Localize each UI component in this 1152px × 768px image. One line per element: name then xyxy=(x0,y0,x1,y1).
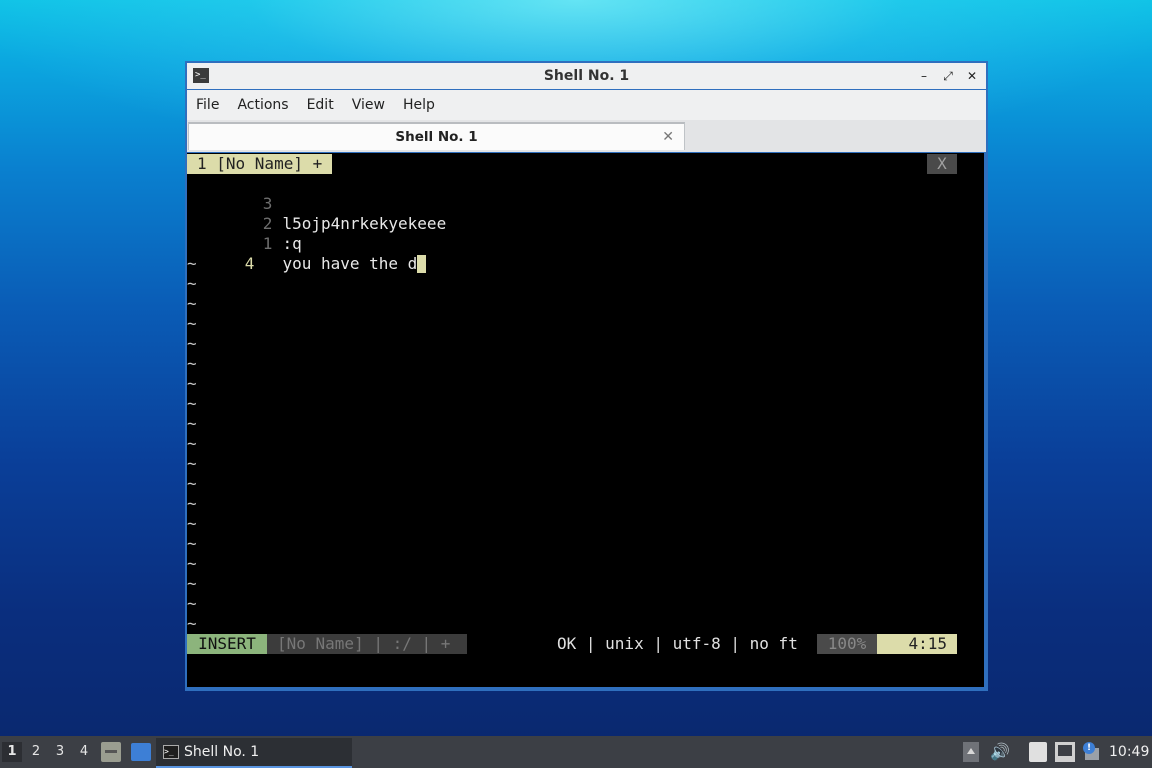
tilde-marker: ~ xyxy=(187,414,197,433)
line-text: you have the d xyxy=(282,254,418,273)
tab-shell-1[interactable]: Shell No. 1 ✕ xyxy=(188,122,685,150)
tilde-marker: ~ xyxy=(187,574,197,593)
tilde-marker: ~ xyxy=(187,254,197,273)
tab-close-icon[interactable]: ✕ xyxy=(662,124,674,150)
tray-expand-icon[interactable] xyxy=(963,742,979,762)
tilde-marker: ~ xyxy=(187,334,197,353)
notification-icon[interactable]: ! xyxy=(1081,742,1101,762)
tilde-marker: ~ xyxy=(187,374,197,393)
tilde-marker: ~ xyxy=(187,614,197,633)
workspace-2[interactable]: 2 xyxy=(26,742,46,762)
tilde-marker: ~ xyxy=(187,454,197,473)
buffer-close-button[interactable]: X xyxy=(927,154,957,174)
tilde-marker: ~ xyxy=(187,354,197,373)
buffer-tab[interactable]: 1 [No Name] + xyxy=(187,154,333,174)
editor-line: 3 xyxy=(187,174,273,213)
tab-bar: Shell No. 1 ✕ xyxy=(187,120,986,152)
tilde-marker: ~ xyxy=(187,274,197,293)
close-button[interactable]: ✕ xyxy=(962,66,982,86)
status-info: OK | unix | utf-8 | no ft xyxy=(557,634,798,653)
show-desktop-icon[interactable] xyxy=(131,743,151,761)
maximize-button[interactable]: ⤢ xyxy=(938,66,958,86)
terminal-icon: >_ xyxy=(163,745,179,759)
clock[interactable]: 10:49 xyxy=(1109,736,1149,768)
text-cursor xyxy=(417,255,427,273)
menu-actions[interactable]: Actions xyxy=(228,97,297,113)
tilde-marker: ~ xyxy=(187,554,197,573)
status-percent: 100% xyxy=(817,634,877,654)
tilde-marker: ~ xyxy=(187,594,197,613)
status-position: 4:15 xyxy=(877,634,957,654)
volume-icon[interactable]: 🔊 xyxy=(990,742,1010,762)
vim-statusline: INSERT [No Name] | :/ | + OK | unix | ut… xyxy=(187,634,957,654)
menu-edit[interactable]: Edit xyxy=(298,97,343,113)
notification-badge: ! xyxy=(1083,742,1095,754)
tilde-marker: ~ xyxy=(187,394,197,413)
tilde-marker: ~ xyxy=(187,474,197,493)
terminal-window: >_ Shell No. 1 – ⤢ ✕ File Actions Edit V… xyxy=(185,61,988,691)
line-number: 4 xyxy=(244,254,255,273)
editor-line: 1:q xyxy=(187,214,302,253)
taskbar: 1 2 3 4 >_ Shell No. 1 🔊 ! 10:49 xyxy=(0,736,1152,768)
clipboard-icon[interactable] xyxy=(1029,742,1047,762)
status-mode: INSERT xyxy=(187,634,267,654)
tilde-marker: ~ xyxy=(187,534,197,553)
tilde-marker: ~ xyxy=(187,514,197,533)
tab-label: Shell No. 1 xyxy=(395,129,478,145)
taskbar-task-shell[interactable]: >_ Shell No. 1 xyxy=(156,738,352,768)
tilde-marker: ~ xyxy=(187,434,197,453)
network-icon[interactable] xyxy=(1055,742,1075,762)
minimize-button[interactable]: – xyxy=(914,66,934,86)
task-label: Shell No. 1 xyxy=(184,744,260,760)
tilde-marker: ~ xyxy=(187,294,197,313)
window-controls: – ⤢ ✕ xyxy=(914,63,982,89)
file-manager-icon[interactable] xyxy=(101,742,121,762)
vim-bufferline: 1 [No Name] + X xyxy=(187,154,957,174)
tilde-marker: ~ xyxy=(187,314,197,333)
window-titlebar[interactable]: >_ Shell No. 1 – ⤢ ✕ xyxy=(187,63,986,89)
workspace-3[interactable]: 3 xyxy=(50,742,70,762)
editor-line-current: 4 you have the d xyxy=(187,234,427,273)
status-file: [No Name] | :/ | + xyxy=(267,634,467,654)
editor-line: 2 l5ojp4nrkekyekeee xyxy=(187,194,446,233)
tilde-marker: ~ xyxy=(187,494,197,513)
menu-file[interactable]: File xyxy=(187,97,228,113)
menubar: File Actions Edit View Help xyxy=(187,90,986,120)
menu-help[interactable]: Help xyxy=(394,97,444,113)
workspace-4[interactable]: 4 xyxy=(74,742,94,762)
menu-view[interactable]: View xyxy=(343,97,394,113)
window-title: Shell No. 1 xyxy=(543,68,630,84)
workspace-1[interactable]: 1 xyxy=(2,742,22,762)
terminal-area[interactable]: 1 [No Name] + X 3 2 l5ojp4nrkekyekeee 1:q… xyxy=(187,153,984,687)
